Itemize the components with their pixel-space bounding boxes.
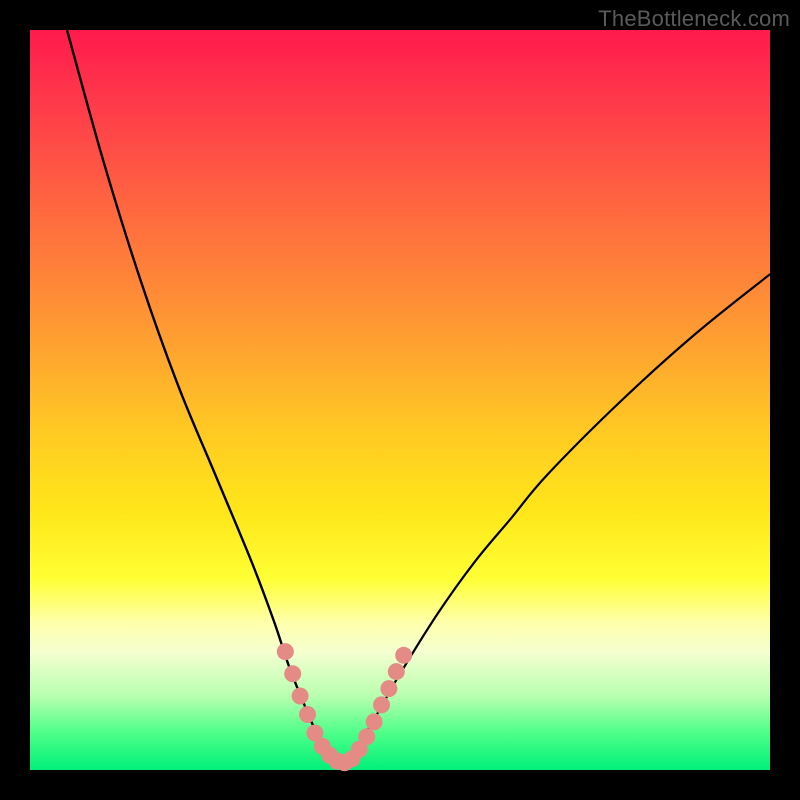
data-marker	[284, 665, 301, 682]
data-marker	[292, 688, 309, 705]
data-marker	[380, 680, 397, 697]
marker-cluster-right	[336, 647, 412, 771]
data-marker	[373, 696, 390, 713]
data-marker	[358, 728, 375, 745]
plot-area	[30, 30, 770, 770]
data-marker	[299, 706, 316, 723]
curve-right-branch	[341, 274, 770, 762]
curve-left-branch	[67, 30, 341, 763]
data-marker	[277, 643, 294, 660]
outer-frame: TheBottleneck.com	[0, 0, 800, 800]
chart-svg	[30, 30, 770, 770]
watermark-text: TheBottleneck.com	[598, 6, 790, 32]
data-marker	[388, 663, 405, 680]
data-marker	[395, 647, 412, 664]
data-marker	[366, 713, 383, 730]
